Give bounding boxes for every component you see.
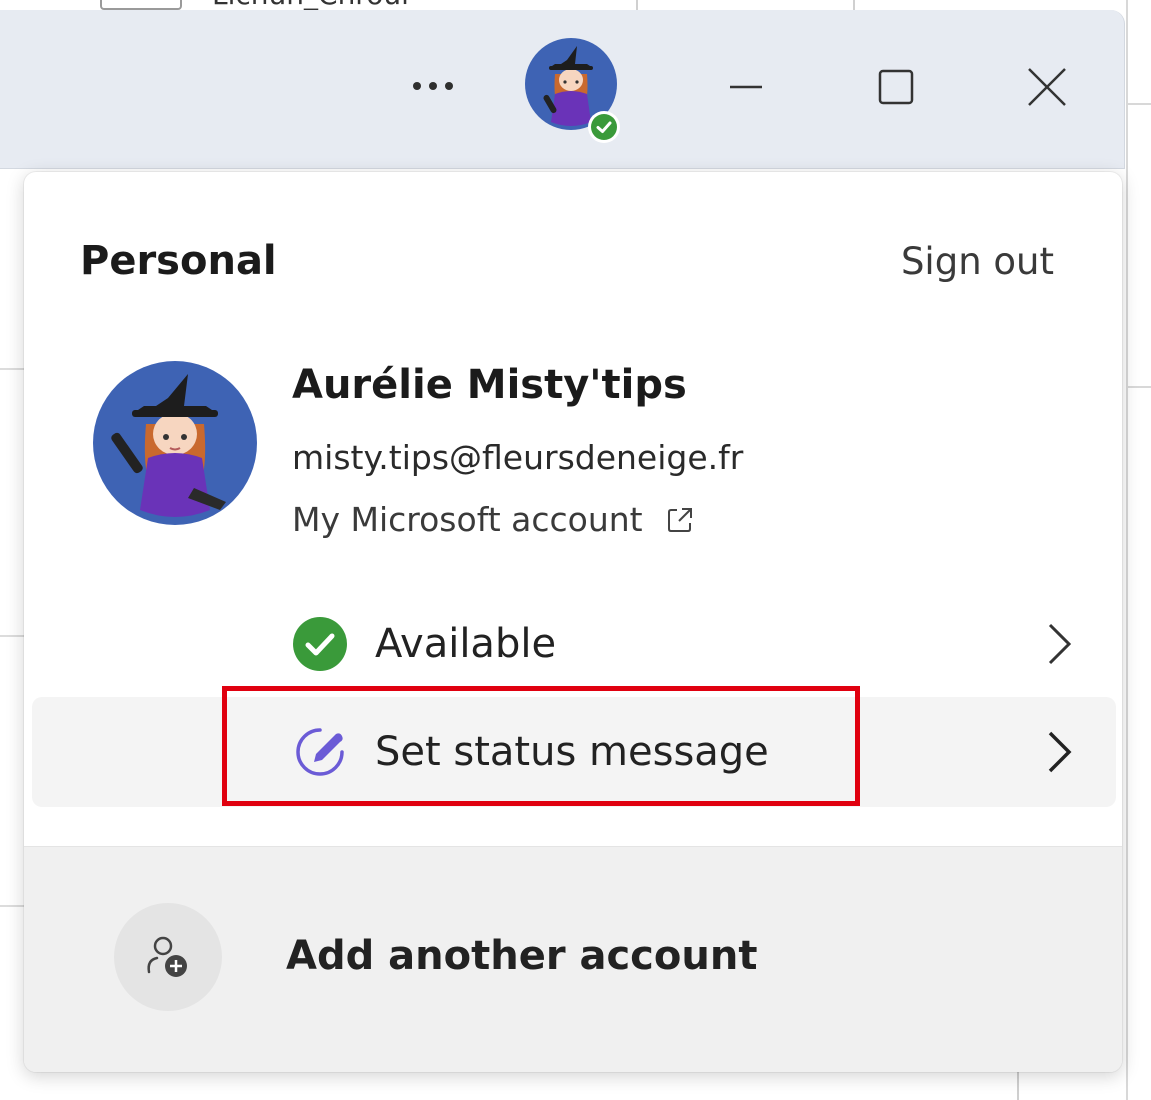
presence-status-row[interactable]: Available [32, 589, 1116, 699]
more-dot [429, 82, 437, 90]
my-microsoft-account-link[interactable]: My Microsoft account [292, 500, 695, 539]
add-account-section[interactable]: Add another account [24, 846, 1122, 1072]
background-gridline [1017, 1070, 1019, 1100]
background-left-column [0, 170, 24, 1100]
person-add-icon [147, 936, 187, 977]
close-icon [1028, 68, 1066, 106]
background-gridline [1126, 0, 1128, 1100]
screen: Lichun_Chroul [0, 0, 1151, 1100]
my-microsoft-account-label: My Microsoft account [292, 500, 643, 539]
status-message-icon [292, 724, 348, 780]
maximize-button[interactable] [856, 50, 936, 124]
background-gridline [1126, 103, 1151, 105]
avatar-witch-image [93, 361, 257, 525]
more-dot [413, 82, 421, 90]
presence-status-label: Available [375, 621, 557, 667]
set-status-message-label: Set status message [375, 729, 769, 775]
account-avatar-button[interactable] [525, 38, 621, 143]
presence-available-icon [588, 111, 620, 143]
minimize-icon [730, 85, 762, 89]
more-options-button[interactable] [394, 58, 472, 114]
minimize-button[interactable] [706, 50, 786, 124]
background-gridline [0, 905, 24, 907]
sign-out-link[interactable]: Sign out [901, 240, 1054, 283]
chevron-right-icon [1042, 621, 1076, 667]
background-gridline [0, 368, 24, 370]
maximize-icon [878, 69, 914, 105]
background-gridline [0, 635, 24, 637]
background-gridline [1126, 386, 1151, 388]
presence-available-icon [292, 616, 348, 672]
user-email: misty.tips@fleursdeneige.fr [292, 438, 744, 477]
add-another-account-label: Add another account [286, 933, 758, 979]
chevron-right-glyph [1048, 623, 1072, 665]
available-check-icon [293, 617, 347, 671]
chevron-right-glyph [1048, 731, 1072, 773]
title-bar [0, 10, 1125, 169]
background-right-column [1126, 0, 1151, 1100]
external-link-icon [667, 507, 692, 532]
profile-avatar [92, 360, 258, 526]
section-title: Personal [80, 238, 277, 284]
user-display-name: Aurélie Misty'tips [292, 362, 687, 408]
account-menu-popup: Personal Sign out Aurélie Misty'tips mis… [24, 172, 1122, 1072]
chevron-right-icon [1042, 729, 1076, 775]
add-account-icon [114, 903, 222, 1011]
set-status-message-row[interactable]: Set status message [32, 697, 1116, 807]
background-tab-box [100, 0, 182, 10]
pen-icon [296, 728, 344, 776]
more-dot [445, 82, 453, 90]
close-button[interactable] [1007, 50, 1087, 124]
